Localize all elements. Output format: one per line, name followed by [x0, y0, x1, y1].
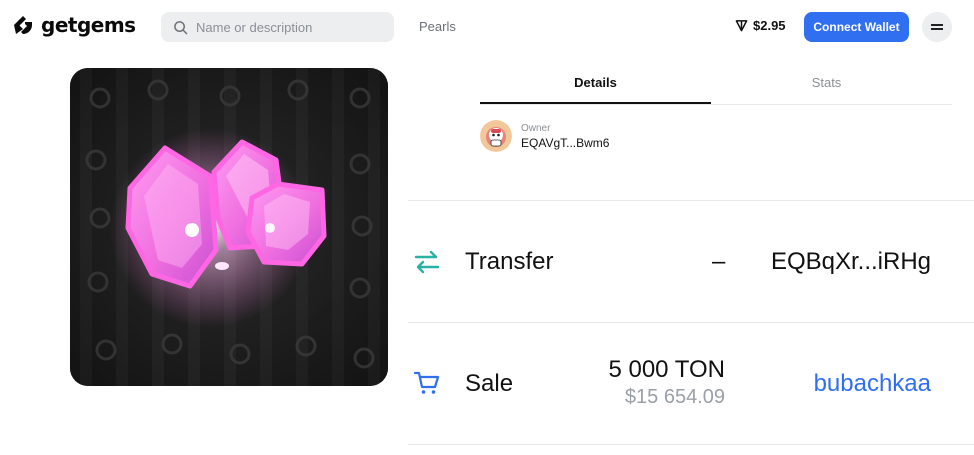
getgems-logo-icon — [14, 16, 32, 34]
activity-user[interactable]: EQBqXr...iRHg — [771, 248, 931, 276]
avatar-icon — [480, 120, 512, 152]
search-input[interactable] — [196, 19, 386, 35]
logo-text: getgems — [41, 13, 136, 37]
divider — [408, 444, 974, 445]
transfer-arrows-icon — [414, 250, 440, 274]
connect-wallet-button[interactable]: Connect Wallet — [804, 12, 909, 42]
activity-type: Sale — [465, 370, 514, 397]
nft-image[interactable] — [70, 68, 388, 386]
wallet-balance[interactable]: $2.95 — [735, 18, 786, 33]
tab-stats[interactable]: Stats — [711, 66, 942, 104]
activity-row-sale[interactable]: Sale 5 000 TON $15 654.09 bubachkaa — [408, 323, 974, 444]
ton-icon — [735, 20, 748, 32]
activity-price: 5 000 TON $15 654.09 — [608, 356, 725, 409]
pink-pearl-crystals-image — [70, 68, 388, 386]
owner-address: EQAVgT...Bwm6 — [521, 135, 610, 150]
search-bar[interactable] — [161, 12, 394, 42]
nav-item-pearls[interactable]: Pearls — [419, 19, 456, 34]
activity-user-link[interactable]: bubachkaa — [814, 370, 931, 398]
activity-type: Transfer — [465, 248, 554, 275]
balance-value: $2.95 — [753, 18, 786, 33]
owner-avatar — [480, 120, 512, 152]
details-tabs: Details Stats — [480, 66, 952, 105]
tab-details[interactable]: Details — [480, 66, 711, 104]
search-icon — [174, 20, 188, 34]
hamburger-menu-icon — [931, 24, 943, 30]
owner-label: Owner — [521, 122, 551, 134]
shopping-cart-icon — [413, 371, 440, 394]
getgems-logo[interactable]: getgems — [11, 13, 136, 37]
activity-price: – — [712, 248, 726, 275]
price-ton: 5 000 TON — [608, 356, 725, 383]
menu-button[interactable] — [922, 12, 952, 42]
price-usd: $15 654.09 — [624, 386, 725, 408]
activity-row-transfer[interactable]: Transfer – EQBqXr...iRHg — [408, 201, 974, 322]
owner-block[interactable]: Owner EQAVgT...Bwm6 — [480, 120, 609, 152]
